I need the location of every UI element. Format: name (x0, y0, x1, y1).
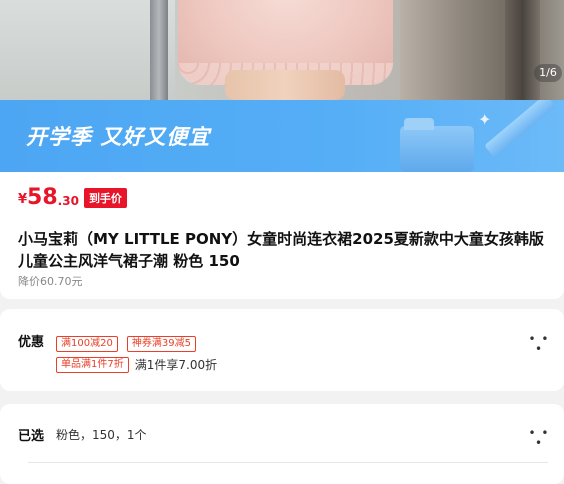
selection-label: 已选 (18, 429, 45, 444)
price-decimal: .30 (57, 194, 79, 208)
currency-symbol: ¥ (18, 192, 28, 207)
more-icon[interactable]: • • • (528, 427, 550, 449)
coupon-list: 满100减20 神券满39减5 (56, 331, 200, 352)
selection-value: 粉色，150，1个 (56, 428, 147, 442)
folder-icon (400, 118, 474, 172)
discount-card[interactable]: 优惠 满100减20 神券满39减5 单品满1件7折 满1件享7.00折 • •… (0, 309, 564, 391)
price-integer: 58 (27, 185, 58, 210)
deal-badge: 单品满1件7折 (56, 356, 129, 373)
final-price-tag: 到手价 (83, 188, 127, 208)
discount-label: 优惠 (18, 335, 45, 350)
coupon-badge: 神券满39减5 (126, 336, 196, 352)
product-title: 小马宝莉（MY LITTLE PONY）女童时尚连衣裙2025夏新款中大童女孩韩… (18, 230, 544, 270)
photo-background (0, 0, 175, 100)
price-card: ¥ 58 .30 到手价 小马宝莉（MY LITTLE PONY）女童时尚连衣裙… (0, 172, 564, 299)
gallery-page-indicator: 1/6 (534, 64, 562, 82)
coupon-badge: 满100减20 (56, 336, 118, 352)
deal-row: 单品满1件7折 满1件享7.00折 (56, 356, 217, 373)
banner-title: 开学季 又好又便宜 (26, 125, 211, 149)
selection-card[interactable]: 已选 粉色，150，1个 • • • (0, 404, 564, 484)
promo-banner[interactable]: 开学季 又好又便宜 ✦ (0, 100, 564, 172)
photo-pole (150, 0, 168, 100)
price-row: ¥ 58 .30 到手价 (18, 186, 127, 210)
pencil-icon (484, 100, 556, 158)
more-icon[interactable]: • • • (528, 333, 550, 355)
divider (28, 462, 548, 463)
photo-legs (225, 70, 345, 100)
price-drop-note: 降价60.70元 (18, 275, 83, 288)
deal-text: 满1件享7.00折 (134, 358, 218, 372)
photo-tree-trunk (505, 0, 540, 100)
sparkle-icon: ✦ (478, 110, 492, 129)
product-image[interactable]: 1/6 (0, 0, 564, 100)
